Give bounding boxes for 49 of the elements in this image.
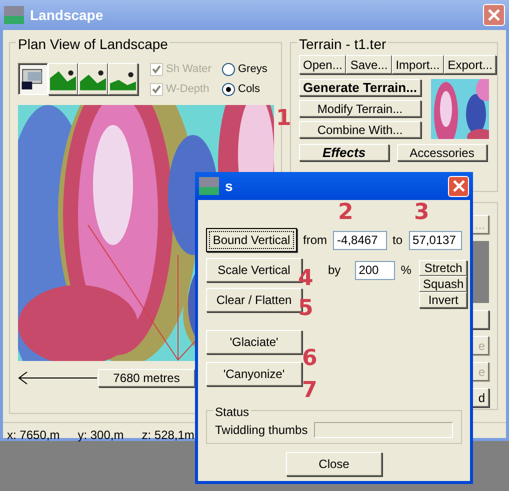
field-label: to <box>392 232 403 249</box>
annotation-number: 7 <box>302 380 318 402</box>
input-field[interactable]: 57,0137 <box>408 230 462 250</box>
dialog-button[interactable]: Stretch <box>419 260 468 276</box>
annotation-number: 6 <box>302 348 318 370</box>
status-text: Twiddling thumbs <box>215 422 308 439</box>
scale-label: 7680 metres <box>98 369 195 387</box>
dialog-button[interactable]: 'Canyonize' <box>206 362 302 386</box>
input-field[interactable]: -4,8467 <box>333 230 387 250</box>
radio-button[interactable] <box>222 82 235 96</box>
file-button[interactable]: Save... <box>346 55 392 74</box>
action-button[interactable]: Combine With... <box>299 121 421 138</box>
window-title: Landscape <box>30 6 104 25</box>
field-label: from <box>303 232 328 249</box>
file-button[interactable]: Import... <box>392 55 444 74</box>
action-button[interactable]: Generate Terrain... <box>299 79 421 96</box>
input-field[interactable]: 200 <box>354 260 395 280</box>
dialog-button[interactable]: 'Glaciate' <box>206 330 302 354</box>
app-icon <box>199 177 219 195</box>
action-button[interactable]: Effects <box>299 144 389 161</box>
app-icon <box>4 6 24 24</box>
dialog-title: s <box>225 176 233 196</box>
action-button[interactable]: Modify Terrain... <box>299 100 421 117</box>
option-label: Greys <box>238 62 268 77</box>
option-label: W-Depth <box>166 82 210 97</box>
arrow-icon <box>18 371 98 385</box>
annotation-number: 1 <box>276 108 292 130</box>
option-label: Cols <box>238 82 260 97</box>
close-button[interactable] <box>483 4 505 26</box>
radio-button[interactable] <box>222 62 235 76</box>
status-text: y: 300,m <box>78 427 124 444</box>
option-label: Sh Water <box>166 62 212 77</box>
annotation-number: 2 <box>338 202 354 224</box>
close-button[interactable]: Close <box>286 452 382 476</box>
annotation-number: 3 <box>414 202 430 224</box>
file-button[interactable]: Open... <box>299 55 346 74</box>
view-button[interactable] <box>18 63 48 95</box>
file-button[interactable]: Export... <box>444 55 496 74</box>
dialog-button[interactable]: Squash <box>419 276 468 292</box>
status-text: z: 528,1m <box>142 427 194 444</box>
action-button[interactable]: Accessories <box>397 144 487 161</box>
close-icon <box>488 9 500 21</box>
close-button[interactable] <box>448 176 469 196</box>
status-text: x: 7650,m <box>7 427 60 444</box>
dialog-button[interactable]: Invert <box>419 292 468 308</box>
dialog-button[interactable]: Bound Vertical <box>206 228 298 252</box>
field-label: by <box>328 262 341 279</box>
unit-label: % <box>400 262 412 279</box>
close-icon <box>452 180 464 192</box>
